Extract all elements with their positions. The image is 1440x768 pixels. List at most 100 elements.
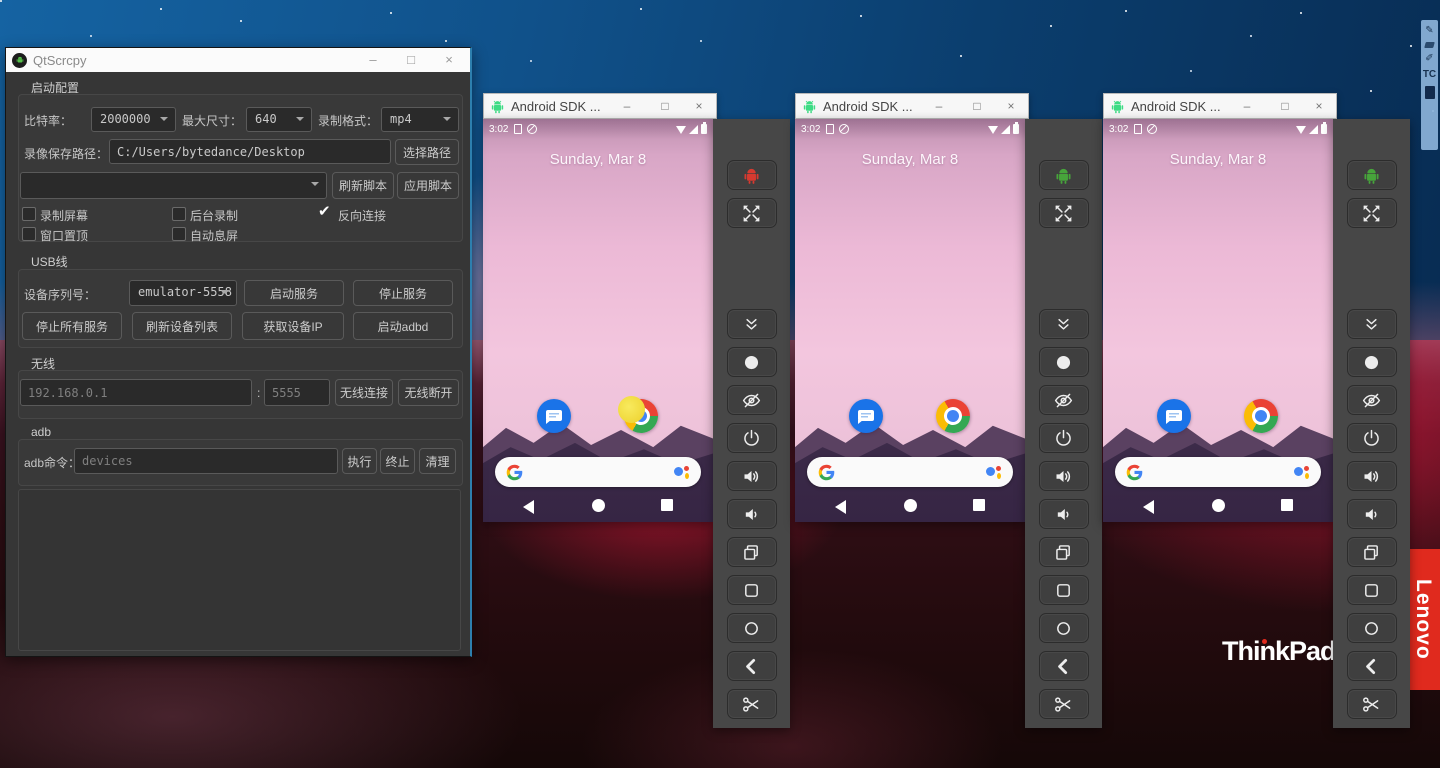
messages-app-icon[interactable]: [849, 399, 883, 433]
nav-back-button[interactable]: [523, 500, 534, 514]
reverse-connect-checkbox[interactable]: ✔: [318, 205, 331, 219]
refresh-device-list-button[interactable]: 刷新设备列表: [132, 312, 232, 340]
chrome-app-icon[interactable]: [624, 399, 658, 433]
power-button[interactable]: [1039, 423, 1089, 453]
record-screen-checkbox[interactable]: [22, 207, 36, 221]
android-screen[interactable]: 3:02 Sunday, Mar 8: [795, 119, 1025, 522]
adb-command-input[interactable]: [74, 448, 338, 474]
google-search-bar[interactable]: [807, 457, 1013, 487]
emulator-title-bar[interactable]: Android SDK ... – □ ×: [795, 93, 1029, 119]
google-search-bar[interactable]: [1115, 457, 1321, 487]
messages-app-icon[interactable]: [1157, 399, 1191, 433]
background-record-checkbox[interactable]: [172, 207, 186, 221]
volume-up-button[interactable]: [1347, 461, 1397, 491]
home-button[interactable]: [1039, 613, 1089, 643]
emulator-title-bar[interactable]: Android SDK ... – □ ×: [1103, 93, 1337, 119]
app-switch-button[interactable]: [1347, 537, 1397, 567]
emulator-title-bar[interactable]: Android SDK ... – □ ×: [483, 93, 717, 119]
bitrate-select[interactable]: 2000000: [91, 107, 176, 132]
android-screen[interactable]: 3:02 Sunday, Mar 8: [483, 119, 713, 522]
wireless-disconnect-button[interactable]: 无线断开: [398, 379, 459, 406]
minimize-button[interactable]: –: [926, 94, 952, 119]
volume-down-button[interactable]: [727, 499, 777, 529]
app-switch-button[interactable]: [727, 537, 777, 567]
screenshot-button[interactable]: [1347, 347, 1397, 377]
hide-screen-button[interactable]: [1039, 385, 1089, 415]
auto-screen-off-checkbox[interactable]: [172, 227, 186, 241]
window-on-top-checkbox[interactable]: [22, 227, 36, 241]
minimize-button[interactable]: –: [614, 94, 640, 119]
expand-menu-button[interactable]: [727, 309, 777, 339]
refresh-script-button[interactable]: 刷新脚本: [332, 172, 394, 199]
color-swatch[interactable]: [1425, 86, 1435, 99]
maximize-button[interactable]: □: [964, 94, 990, 119]
group-control-button[interactable]: [1347, 160, 1397, 190]
screen-clip-button[interactable]: [1039, 689, 1089, 719]
assistant-mic-icon[interactable]: [986, 464, 1002, 480]
nav-home-button[interactable]: [1212, 499, 1225, 512]
group-control-button[interactable]: [727, 160, 777, 190]
expand-menu-button[interactable]: [1039, 309, 1089, 339]
close-button[interactable]: ×: [686, 94, 712, 119]
chrome-app-icon[interactable]: [936, 399, 970, 433]
nav-back-button[interactable]: [1143, 500, 1154, 514]
maximize-button[interactable]: □: [652, 94, 678, 119]
close-button[interactable]: ×: [434, 48, 464, 72]
volume-up-button[interactable]: [727, 461, 777, 491]
google-search-bar[interactable]: [495, 457, 701, 487]
menu-button[interactable]: [1039, 575, 1089, 605]
assistant-mic-icon[interactable]: [1294, 464, 1310, 480]
power-button[interactable]: [1347, 423, 1397, 453]
pencil-icon[interactable]: ✎: [1425, 26, 1433, 36]
serial-select[interactable]: emulator-5558: [129, 280, 237, 306]
get-device-ip-button[interactable]: 获取设备IP: [242, 312, 344, 340]
power-button[interactable]: [727, 423, 777, 453]
save-path-input[interactable]: [109, 139, 391, 164]
stop-service-button[interactable]: 停止服务: [353, 280, 453, 306]
nav-recents-button[interactable]: [973, 499, 985, 511]
qtscrcpy-title-bar[interactable]: QtScrcpy – □ ×: [6, 48, 470, 72]
close-button[interactable]: ×: [998, 94, 1024, 119]
console-output[interactable]: [18, 489, 461, 651]
screenshot-button[interactable]: [1039, 347, 1089, 377]
menu-button[interactable]: [1347, 575, 1397, 605]
chrome-app-icon[interactable]: [1244, 399, 1278, 433]
choose-path-button[interactable]: 选择路径: [395, 139, 459, 165]
record-format-select[interactable]: mp4: [381, 107, 459, 132]
stop-all-services-button[interactable]: 停止所有服务: [22, 312, 122, 340]
eraser-icon[interactable]: [1424, 42, 1435, 48]
app-switch-button[interactable]: [1039, 537, 1089, 567]
volume-down-button[interactable]: [1347, 499, 1397, 529]
script-select[interactable]: [20, 172, 327, 199]
screenshot-button[interactable]: [727, 347, 777, 377]
maximize-button[interactable]: □: [396, 48, 426, 72]
menu-button[interactable]: [727, 575, 777, 605]
max-size-select[interactable]: 640: [246, 107, 312, 132]
nav-home-button[interactable]: [592, 499, 605, 512]
wireless-connect-button[interactable]: 无线连接: [335, 379, 393, 406]
volume-up-button[interactable]: [1039, 461, 1089, 491]
screen-clip-button[interactable]: [727, 689, 777, 719]
assistant-mic-icon[interactable]: [674, 464, 690, 480]
home-button[interactable]: [727, 613, 777, 643]
close-button[interactable]: ×: [1306, 94, 1332, 119]
start-adbd-button[interactable]: 启动adbd: [353, 312, 453, 340]
minimize-button[interactable]: –: [358, 48, 388, 72]
back-button[interactable]: [1347, 651, 1397, 681]
nav-recents-button[interactable]: [1281, 499, 1293, 511]
adb-terminate-button[interactable]: 终止: [380, 448, 415, 474]
back-button[interactable]: [727, 651, 777, 681]
minimize-button[interactable]: –: [1234, 94, 1260, 119]
apply-script-button[interactable]: 应用脚本: [397, 172, 459, 199]
fullscreen-button[interactable]: [1347, 198, 1397, 228]
nav-back-button[interactable]: [835, 500, 846, 514]
messages-app-icon[interactable]: [537, 399, 571, 433]
expand-menu-button[interactable]: [1347, 309, 1397, 339]
adb-execute-button[interactable]: 执行: [342, 448, 377, 474]
nav-recents-button[interactable]: [661, 499, 673, 511]
screen-clip-button[interactable]: [1347, 689, 1397, 719]
volume-down-button[interactable]: [1039, 499, 1089, 529]
pen-icon[interactable]: ✐: [1425, 54, 1433, 64]
home-button[interactable]: [1347, 613, 1397, 643]
nav-home-button[interactable]: [904, 499, 917, 512]
